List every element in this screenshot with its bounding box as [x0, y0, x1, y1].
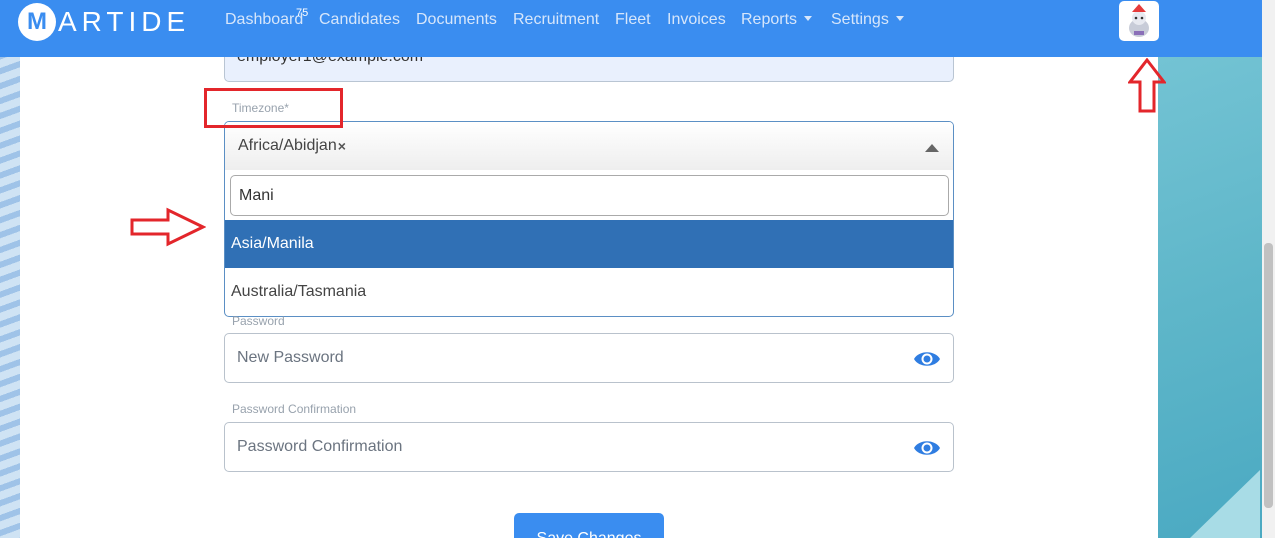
save-changes-button[interactable]: Save Changes	[514, 513, 664, 538]
nav-dashboard[interactable]: Dashboard	[225, 11, 303, 29]
timezone-option-australia-tasmania[interactable]: Australia/Tasmania	[225, 268, 953, 316]
background-triangle	[1190, 470, 1260, 538]
page-scrollbar[interactable]	[1262, 0, 1275, 538]
password-input[interactable]	[225, 334, 953, 382]
logo-mark: M	[18, 3, 56, 41]
timezone-select[interactable]: Africa/Abidjan× Asia/Manila Australia/Ta…	[224, 121, 954, 317]
eye-icon[interactable]	[913, 438, 941, 458]
annotation-highlight-box	[204, 88, 343, 128]
timezone-search-input[interactable]	[230, 175, 949, 216]
annotation-arrow-icon	[130, 207, 206, 247]
password-confirmation-field-wrap	[224, 422, 954, 472]
timezone-option-asia-manila[interactable]: Asia/Manila	[225, 220, 953, 268]
navbar: M ARTIDE Dashboard 75 Candidates Documen…	[0, 0, 1262, 57]
logo-text: ARTIDE	[58, 6, 191, 37]
nav-reports[interactable]: Reports	[741, 11, 812, 29]
password-label: Password	[232, 314, 285, 328]
eye-icon[interactable]	[913, 349, 941, 369]
nav-invoices[interactable]: Invoices	[667, 11, 726, 29]
background-left-pattern	[0, 0, 20, 538]
password-confirmation-label: Password Confirmation	[232, 402, 357, 416]
timezone-selected[interactable]: Africa/Abidjan ×	[225, 122, 953, 170]
brand-logo[interactable]: M ARTIDE	[18, 2, 190, 42]
password-field-wrap	[224, 333, 954, 383]
dropdown-arrow-icon[interactable]	[925, 144, 939, 152]
user-avatar-icon[interactable]	[1119, 1, 1159, 41]
nav-recruitment[interactable]: Recruitment	[513, 11, 599, 29]
scrollbar-thumb[interactable]	[1264, 243, 1273, 508]
timezone-selected-value: Africa/Abidjan	[238, 137, 337, 154]
background-right-panel	[1158, 0, 1275, 538]
nav-settings[interactable]: Settings	[831, 11, 904, 29]
password-confirmation-input[interactable]	[225, 423, 953, 471]
nav-documents[interactable]: Documents	[416, 11, 497, 29]
nav-badge: 75	[296, 7, 309, 19]
clear-icon[interactable]: ×	[338, 138, 346, 154]
nav-candidates[interactable]: Candidates	[319, 11, 400, 29]
nav-fleet[interactable]: Fleet	[615, 11, 651, 29]
annotation-arrow-icon	[1128, 58, 1166, 113]
